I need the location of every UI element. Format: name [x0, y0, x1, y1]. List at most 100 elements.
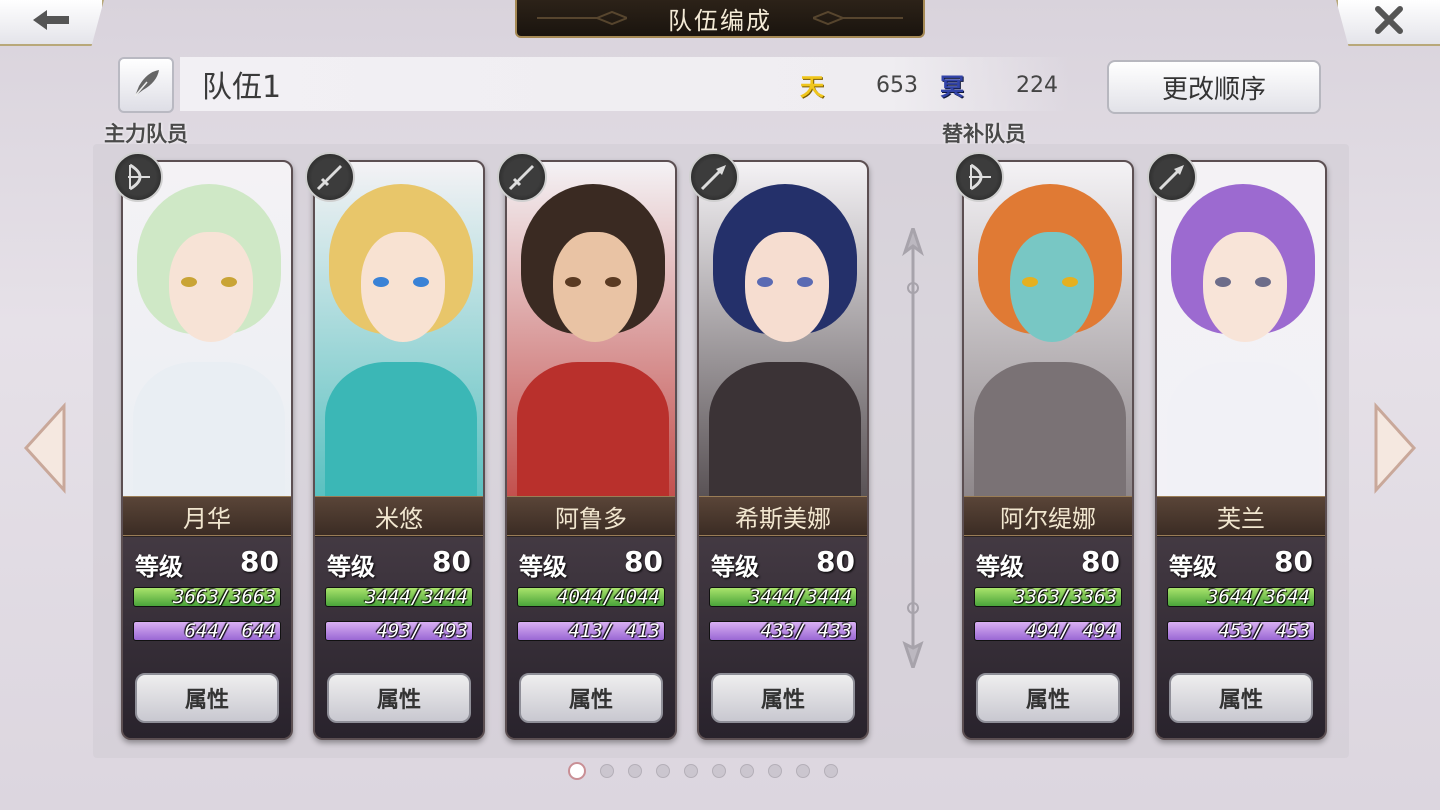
member-stats: 等级 80 3444/3444 493/ 493 属性: [315, 537, 483, 738]
page-dot[interactable]: [712, 764, 726, 778]
portrait-body: [974, 362, 1126, 502]
portrait-body: [1167, 362, 1319, 502]
member-card[interactable]: 阿尔缇娜 等级 80 3363/3363 494/ 494 属性: [962, 160, 1134, 740]
member-name: 阿尔缇娜: [964, 496, 1132, 536]
member-name: 米悠: [315, 496, 483, 536]
bow-icon: [113, 152, 163, 202]
portrait-eye: [605, 277, 621, 287]
back-arrow-icon: [31, 8, 71, 36]
member-name: 希斯美娜: [699, 496, 867, 536]
attribute-button[interactable]: 属性: [1169, 673, 1313, 723]
page-dot[interactable]: [568, 762, 586, 780]
main-sub-divider: [901, 223, 925, 673]
close-button[interactable]: [1336, 0, 1440, 46]
page-dot[interactable]: [796, 764, 810, 778]
portrait-eye: [1022, 277, 1038, 287]
member-stats: 等级 80 3663/3663 644/ 644 属性: [123, 537, 291, 738]
member-stats: 等级 80 3363/3363 494/ 494 属性: [964, 537, 1132, 738]
next-team-arrow[interactable]: [1372, 400, 1420, 496]
attribute-button[interactable]: 属性: [135, 673, 279, 723]
attribute-button[interactable]: 属性: [711, 673, 855, 723]
portrait-eye: [181, 277, 197, 287]
chevron-right-icon: [1374, 402, 1417, 494]
level-label: 等级: [1169, 553, 1217, 581]
portrait-eye: [1215, 277, 1231, 287]
level-label: 等级: [519, 553, 567, 581]
bow-icon: [954, 152, 1004, 202]
page-title: 队伍编成: [668, 6, 772, 35]
title-plate: 队伍编成: [515, 0, 925, 38]
hp-bar: 3363/3363: [974, 586, 1122, 608]
hp-bar: 3444/3444: [709, 586, 857, 608]
portrait-face: [745, 232, 829, 342]
back-button[interactable]: [0, 0, 104, 46]
page-dot[interactable]: [684, 764, 698, 778]
attribute-button[interactable]: 属性: [519, 673, 663, 723]
level-value: 80: [1274, 545, 1313, 578]
character-portrait: [964, 162, 1132, 502]
hp-bar: 3444/3444: [325, 586, 473, 608]
edit-team-name-button[interactable]: [118, 57, 174, 113]
level-value: 80: [816, 545, 855, 578]
character-portrait: [315, 162, 483, 502]
heaven-value: 653: [876, 73, 918, 98]
chevron-left-icon: [23, 402, 66, 494]
spear-icon: [689, 152, 739, 202]
mp-bar: 433/ 433: [709, 620, 857, 642]
level-value: 80: [432, 545, 471, 578]
portrait-eye: [565, 277, 581, 287]
portrait-body: [709, 362, 861, 502]
portrait-eye: [1062, 277, 1078, 287]
mp-bar: 644/ 644: [133, 620, 281, 642]
member-card[interactable]: 月华 等级 80 3663/3663 644/ 644 属性: [121, 160, 293, 740]
character-portrait: [699, 162, 867, 502]
prev-team-arrow[interactable]: [20, 400, 68, 496]
member-card[interactable]: 阿鲁多 等级 80 4044/4044 413/ 413 属性: [505, 160, 677, 740]
hp-bar: 3663/3663: [133, 586, 281, 608]
portrait-eye: [373, 277, 389, 287]
member-stats: 等级 80 3444/3444 433/ 433 属性: [699, 537, 867, 738]
member-card[interactable]: 芙兰 等级 80 3644/3644 453/ 453 属性: [1155, 160, 1327, 740]
hp-bar: 4044/4044: [517, 586, 665, 608]
underworld-value: 224: [1016, 73, 1058, 98]
member-card[interactable]: 希斯美娜 等级 80 3444/3444 433/ 433 属性: [697, 160, 869, 740]
level-value: 80: [240, 545, 279, 578]
sword-icon: [305, 152, 355, 202]
page-dot[interactable]: [600, 764, 614, 778]
portrait-eye: [1255, 277, 1271, 287]
portrait-eye: [413, 277, 429, 287]
attribute-button[interactable]: 属性: [976, 673, 1120, 723]
mp-bar: 494/ 494: [974, 620, 1122, 642]
reorder-button[interactable]: 更改顺序: [1107, 60, 1321, 114]
page-dot[interactable]: [740, 764, 754, 778]
page-dot[interactable]: [768, 764, 782, 778]
portrait-face: [169, 232, 253, 342]
page-dot[interactable]: [628, 764, 642, 778]
attribute-button[interactable]: 属性: [327, 673, 471, 723]
spear-icon: [1147, 152, 1197, 202]
team-pager: [568, 762, 838, 780]
underworld-icon: 冥: [940, 72, 964, 101]
portrait-eye: [221, 277, 237, 287]
hp-bar: 3644/3644: [1167, 586, 1315, 608]
heaven-icon: 天: [800, 72, 824, 101]
level-label: 等级: [135, 553, 183, 581]
page-dot[interactable]: [656, 764, 670, 778]
close-icon: [1373, 4, 1405, 40]
member-name: 阿鲁多: [507, 496, 675, 536]
portrait-body: [133, 362, 285, 502]
member-stats: 等级 80 3644/3644 453/ 453 属性: [1157, 537, 1325, 738]
mp-bar: 453/ 453: [1167, 620, 1315, 642]
character-portrait: [507, 162, 675, 502]
member-stats: 等级 80 4044/4044 413/ 413 属性: [507, 537, 675, 738]
level-label: 等级: [976, 553, 1024, 581]
mp-bar: 413/ 413: [517, 620, 665, 642]
member-card[interactable]: 米悠 等级 80 3444/3444 493/ 493 属性: [313, 160, 485, 740]
team-name: 队伍1: [202, 70, 282, 105]
member-name: 月华: [123, 496, 291, 536]
portrait-face: [361, 232, 445, 342]
level-value: 80: [1081, 545, 1120, 578]
page-dot[interactable]: [824, 764, 838, 778]
sword-icon: [497, 152, 547, 202]
level-label: 等级: [711, 553, 759, 581]
